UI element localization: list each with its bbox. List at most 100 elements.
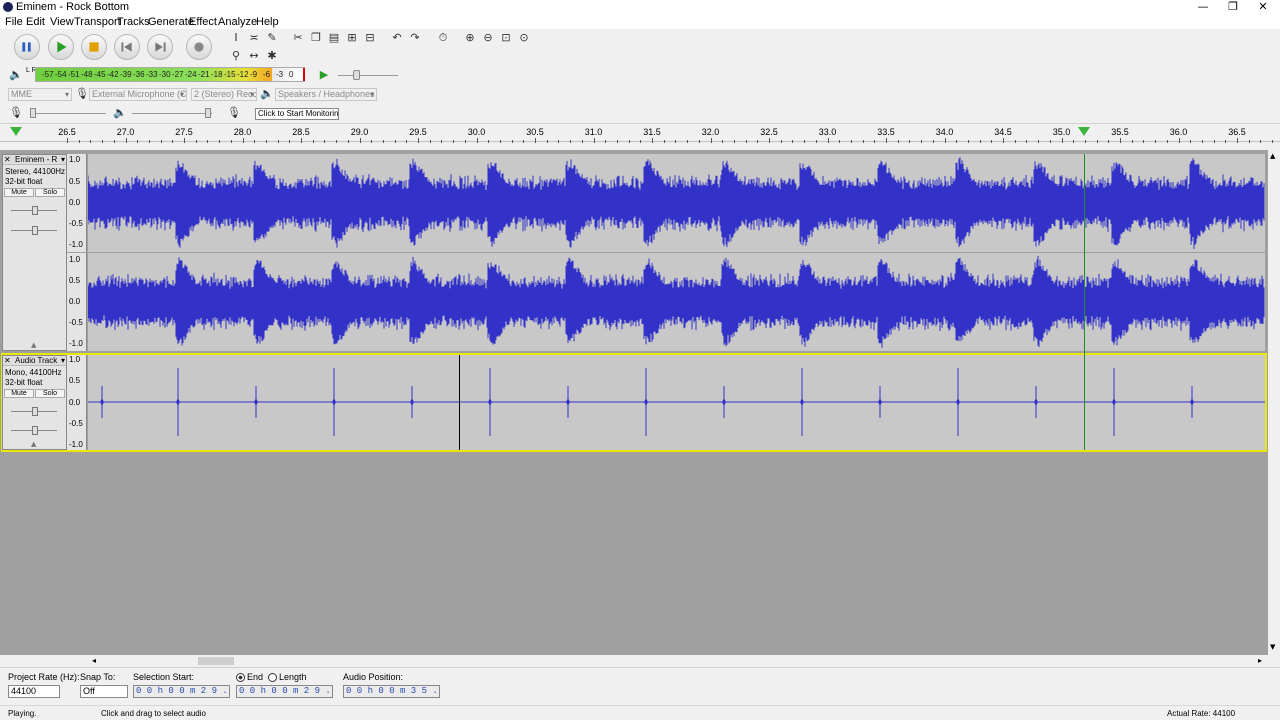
scroll-right-icon[interactable]: ▸ bbox=[1258, 656, 1262, 665]
zoom-tool-icon[interactable]: ⚲ bbox=[228, 48, 244, 64]
play-at-speed-icon[interactable]: ▶ bbox=[316, 67, 332, 83]
timeline-ruler[interactable]: 26.5 27.0 27.5 28.0 28.5 29.0 29.5 30.0 30.5 31.0… bbox=[0, 123, 1280, 143]
track-menu-dropdown-icon[interactable]: ▾ bbox=[61, 155, 65, 165]
vertical-scrollbar[interactable]: ▲ ▼ bbox=[1268, 150, 1280, 655]
menu-generate[interactable]: Generate bbox=[148, 16, 194, 28]
ruler-tick-mark bbox=[1108, 140, 1110, 143]
selection-end-time[interactable]: 0 0 h 0 0 m 2 9 . 8 5 8 s bbox=[236, 685, 333, 698]
envelope-tool-icon[interactable]: ≍ bbox=[246, 30, 262, 46]
scroll-up-icon[interactable]: ▲ bbox=[1270, 152, 1275, 160]
scroll-down-icon[interactable]: ▼ bbox=[1270, 643, 1275, 651]
minimize-button[interactable]: — bbox=[1188, 0, 1218, 15]
menu-effect[interactable]: Effect bbox=[189, 16, 217, 28]
pan-slider-thumb[interactable] bbox=[32, 226, 38, 235]
skip-start-button[interactable] bbox=[114, 34, 140, 60]
ruler-tick-mark bbox=[616, 140, 618, 143]
menu-transport[interactable]: Transport bbox=[74, 16, 121, 28]
ruler-tick-mark bbox=[265, 140, 267, 143]
playback-volume-thumb[interactable] bbox=[205, 108, 211, 118]
horizontal-scroll-thumb[interactable] bbox=[198, 657, 234, 665]
audio-position-time[interactable]: 0 0 h 0 0 m 3 5 . 1 9 8 s bbox=[343, 685, 440, 698]
close-button[interactable]: ✕ bbox=[1248, 0, 1278, 15]
edit-cursor bbox=[459, 355, 460, 450]
time-shift-tool-icon[interactable]: ↔ bbox=[246, 48, 262, 64]
copy-icon[interactable]: ❐ bbox=[308, 30, 324, 46]
click-marker bbox=[800, 398, 804, 406]
close-track-icon[interactable]: ✕ bbox=[4, 356, 11, 366]
fit-project-icon[interactable]: ⊙ bbox=[516, 30, 532, 46]
recording-volume-slider[interactable] bbox=[30, 113, 106, 114]
zoom-in-icon[interactable]: ⊕ bbox=[462, 30, 478, 46]
track-menu-dropdown-icon[interactable]: ▾ bbox=[61, 356, 65, 366]
collapse-track-icon[interactable]: ▲ bbox=[31, 440, 36, 448]
solo-button[interactable]: Solo bbox=[35, 188, 65, 197]
menu-edit[interactable]: Edit bbox=[26, 16, 45, 28]
fit-selection-icon[interactable]: ⊡ bbox=[498, 30, 514, 46]
scroll-left-icon[interactable]: ◂ bbox=[92, 656, 96, 665]
ruler-tick-label: 35.0 bbox=[1052, 127, 1071, 137]
playback-volume-icon: 🔈 bbox=[113, 106, 127, 119]
track-name[interactable]: Eminem - R bbox=[15, 155, 57, 165]
draw-tool-icon[interactable]: ✎ bbox=[264, 30, 280, 46]
sync-lock-icon[interactable]: ⏱ bbox=[435, 30, 451, 46]
cut-icon[interactable]: ✂ bbox=[290, 30, 306, 46]
selection-start-time[interactable]: 0 0 h 0 0 m 2 9 . 8 5 8 s bbox=[133, 685, 230, 698]
play-speed-slider-thumb[interactable] bbox=[353, 70, 360, 80]
ruler-tick-label: 30.5 bbox=[526, 127, 544, 137]
recording-device-select[interactable]: External Microphone (Co bbox=[89, 88, 187, 101]
track-name[interactable]: Audio Track bbox=[15, 356, 57, 366]
waveform-mono[interactable] bbox=[88, 355, 1265, 450]
zoom-out-icon[interactable]: ⊖ bbox=[480, 30, 496, 46]
menu-analyze[interactable]: Analyze bbox=[218, 16, 257, 28]
speaker-icon[interactable]: 🔈 bbox=[8, 67, 24, 83]
meter-scale-label: -51 bbox=[68, 70, 80, 79]
project-rate-select[interactable]: 44100 bbox=[8, 685, 60, 698]
stop-button[interactable] bbox=[81, 34, 107, 60]
audio-host-select[interactable]: MME bbox=[8, 88, 72, 101]
waveform-right-channel[interactable] bbox=[88, 253, 1265, 351]
length-radio[interactable] bbox=[268, 673, 277, 682]
ruler-tick-mark bbox=[991, 140, 993, 143]
menu-file[interactable]: File bbox=[5, 16, 23, 28]
snap-to-select[interactable]: Off bbox=[80, 685, 128, 698]
mute-button[interactable]: Mute bbox=[4, 389, 34, 398]
gain-slider-thumb[interactable] bbox=[32, 407, 38, 416]
menu-help[interactable]: Help bbox=[256, 16, 279, 28]
trim-icon[interactable]: ⊞ bbox=[344, 30, 360, 46]
recording-channels-select[interactable]: 2 (Stereo) Recc bbox=[191, 88, 257, 101]
redo-icon[interactable]: ↷ bbox=[407, 30, 423, 46]
menu-tracks[interactable]: Tracks bbox=[117, 16, 150, 28]
selection-tool-icon[interactable]: I bbox=[228, 30, 244, 46]
ruler-tick-mark bbox=[581, 140, 583, 143]
gain-slider-thumb[interactable] bbox=[32, 206, 38, 215]
collapse-track-icon[interactable]: ▲ bbox=[31, 341, 36, 349]
silence-icon[interactable]: ⊟ bbox=[362, 30, 378, 46]
start-monitoring-button[interactable]: Click to Start Monitoring bbox=[255, 108, 339, 120]
undo-icon[interactable]: ↶ bbox=[389, 30, 405, 46]
menu-view[interactable]: View bbox=[50, 16, 74, 28]
playback-volume-slider[interactable] bbox=[132, 113, 212, 114]
horizontal-scrollbar[interactable]: ◂ ▸ bbox=[0, 655, 1268, 667]
end-radio[interactable] bbox=[236, 673, 245, 682]
playback-device-select[interactable]: Speakers / Headphones bbox=[275, 88, 377, 101]
solo-button[interactable]: Solo bbox=[35, 389, 65, 398]
record-button[interactable] bbox=[186, 34, 212, 60]
waveform-left-channel[interactable] bbox=[88, 154, 1265, 252]
ruler-tick-mark bbox=[862, 140, 864, 143]
paste-icon[interactable]: ▤ bbox=[326, 30, 342, 46]
maximize-button[interactable]: ❐ bbox=[1218, 0, 1248, 15]
recording-volume-thumb[interactable] bbox=[30, 108, 36, 118]
mute-button[interactable]: Mute bbox=[4, 188, 34, 197]
play-button[interactable] bbox=[48, 34, 74, 60]
multi-tool-icon[interactable]: ✱ bbox=[264, 48, 280, 64]
playback-meter[interactable]: -57 -54 -51 -48 -45 -42 -39 -36 -33 -30 -27 -24 -21-… bbox=[35, 67, 305, 82]
skip-end-button[interactable] bbox=[147, 34, 173, 60]
vertical-ruler-left-channel: 1.0 0.5 0.0 -0.5 -1.0 bbox=[67, 154, 87, 252]
track-area[interactable]: ✕ Eminem - R ▾ Stereo, 44100Hz 32-bit fl… bbox=[0, 150, 1268, 655]
track-name-bar[interactable]: ✕ Eminem - R ▾ bbox=[3, 155, 66, 165]
pan-slider-thumb[interactable] bbox=[32, 426, 38, 435]
track-name-bar[interactable]: ✕ Audio Track ▾ bbox=[3, 356, 66, 366]
close-track-icon[interactable]: ✕ bbox=[4, 155, 11, 165]
pause-button[interactable] bbox=[14, 34, 40, 60]
play-speed-slider-track[interactable] bbox=[338, 75, 398, 76]
